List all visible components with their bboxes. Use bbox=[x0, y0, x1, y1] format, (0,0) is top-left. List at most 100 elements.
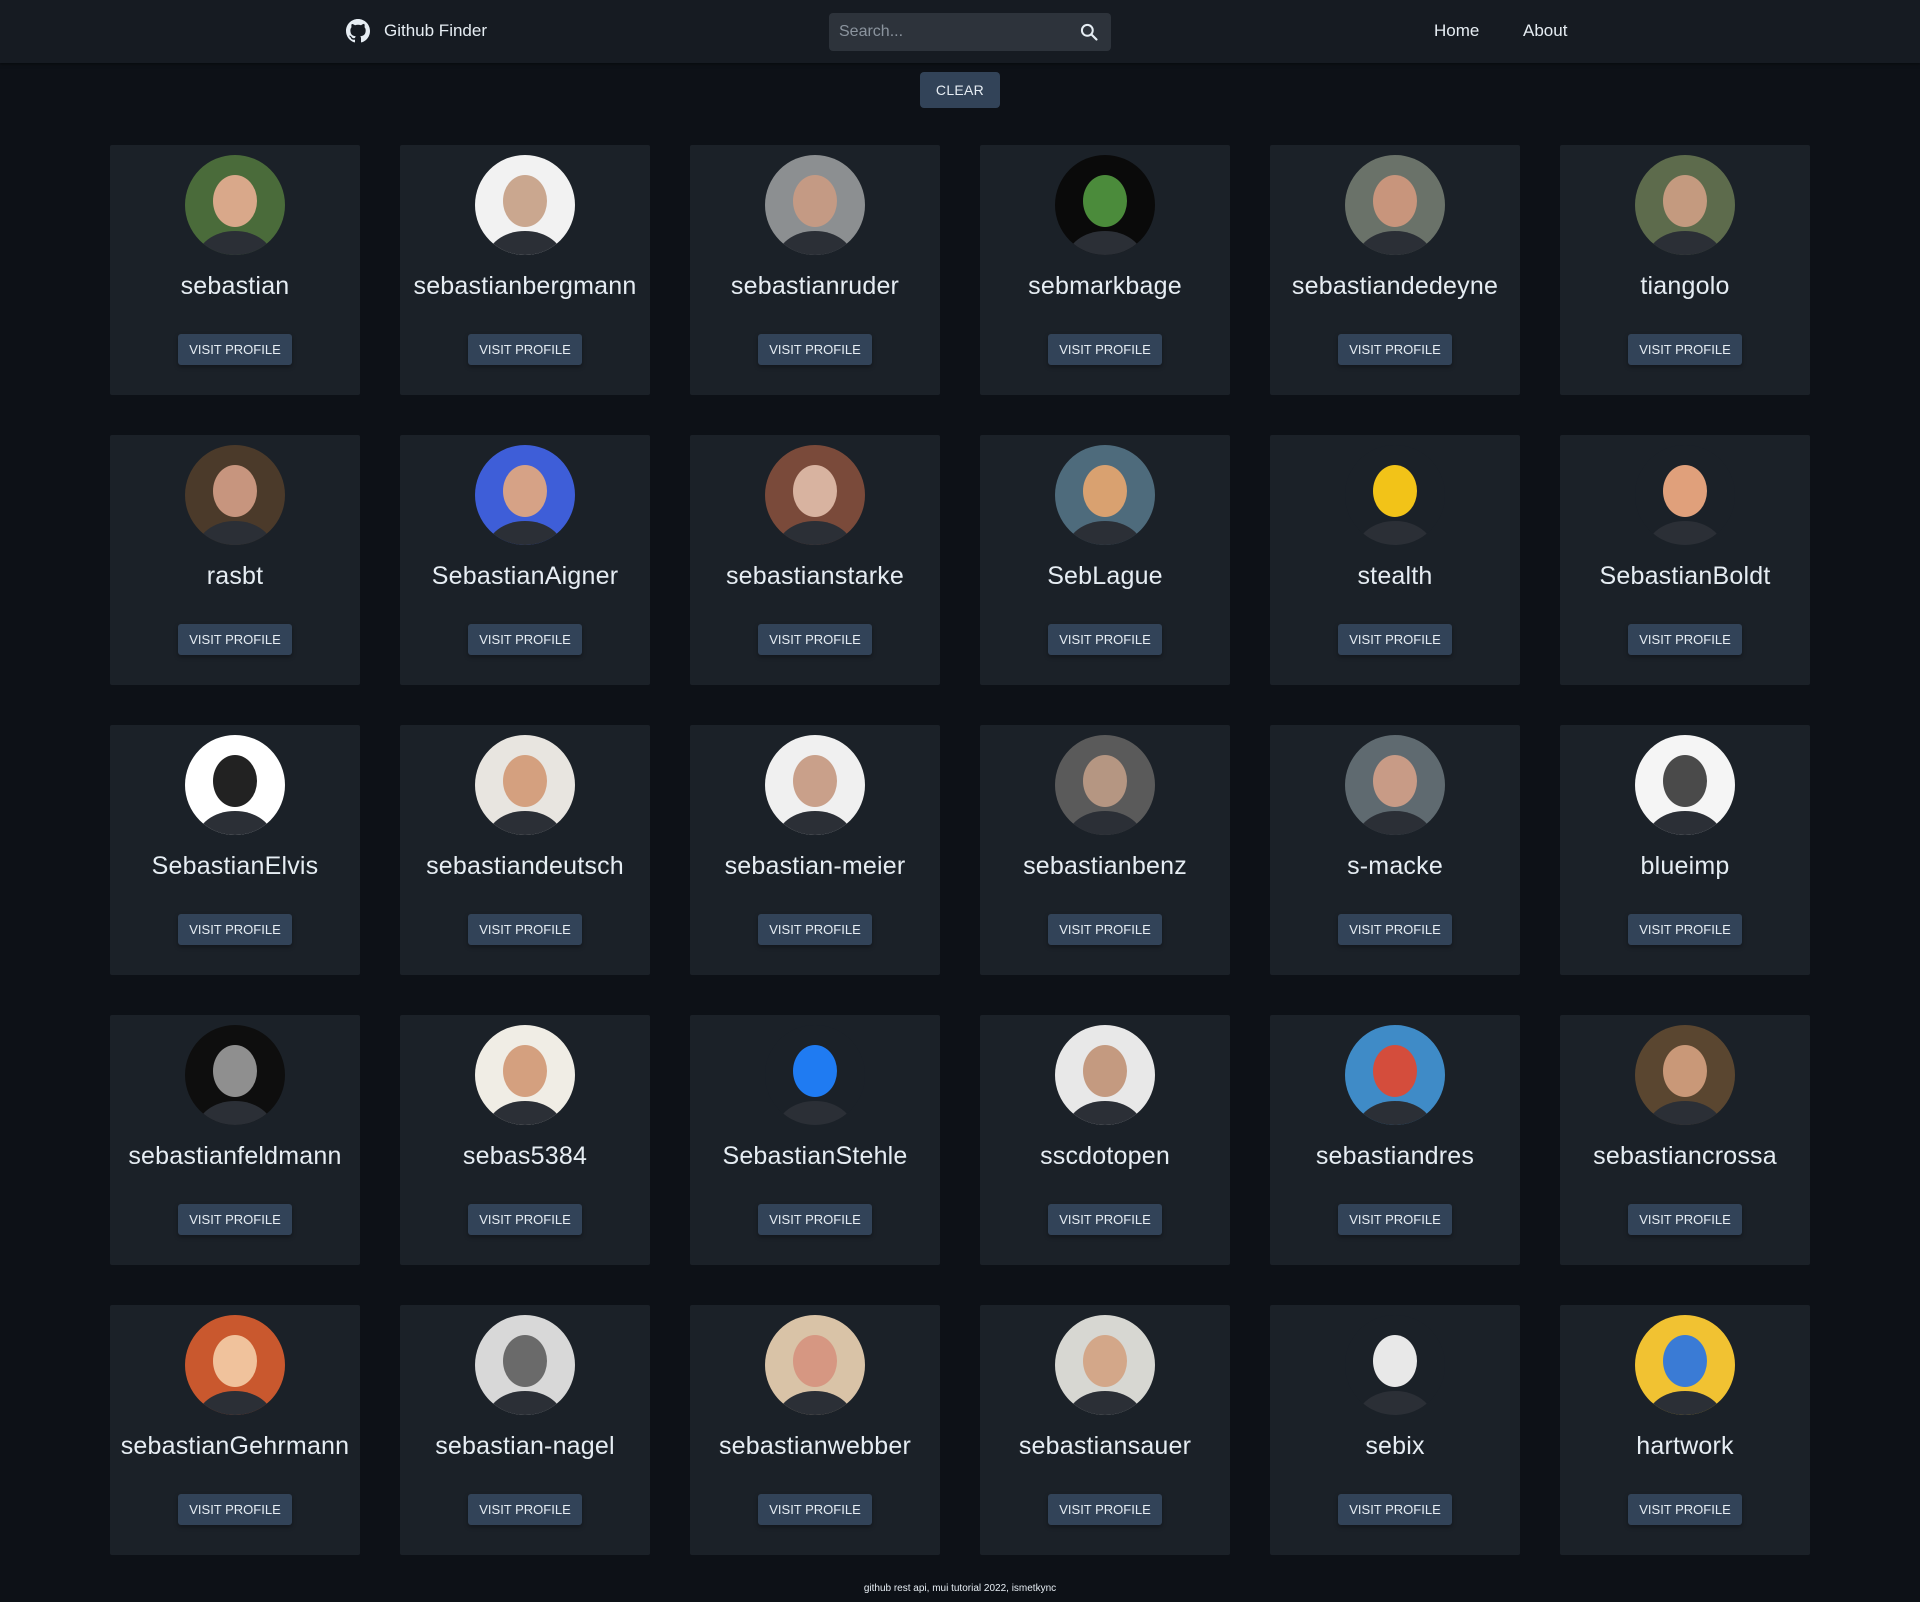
visit-profile-button[interactable]: VISIT PROFILE bbox=[1338, 624, 1452, 655]
visit-profile-button[interactable]: VISIT PROFILE bbox=[1628, 334, 1742, 365]
avatar bbox=[1345, 1315, 1445, 1415]
user-login: sscdotopen bbox=[1040, 1142, 1170, 1170]
visit-profile-button[interactable]: VISIT PROFILE bbox=[1338, 914, 1452, 945]
user-login: SebastianStehle bbox=[722, 1142, 908, 1170]
visit-profile-button[interactable]: VISIT PROFILE bbox=[468, 1494, 582, 1525]
user-card: SebLague VISIT PROFILE bbox=[980, 435, 1230, 685]
user-card: sebas5384 VISIT PROFILE bbox=[400, 1015, 650, 1265]
avatar bbox=[765, 735, 865, 835]
user-card: sebastianwebber VISIT PROFILE bbox=[690, 1305, 940, 1555]
visit-profile-button[interactable]: VISIT PROFILE bbox=[1048, 334, 1162, 365]
visit-profile-button[interactable]: VISIT PROFILE bbox=[758, 334, 872, 365]
brand-link[interactable]: Github Finder bbox=[346, 19, 487, 43]
visit-profile-button[interactable]: VISIT PROFILE bbox=[178, 914, 292, 945]
avatar bbox=[1055, 445, 1155, 545]
user-login: SebastianElvis bbox=[151, 852, 319, 880]
visit-profile-button[interactable]: VISIT PROFILE bbox=[178, 624, 292, 655]
avatar bbox=[1635, 445, 1735, 545]
visit-profile-button[interactable]: VISIT PROFILE bbox=[1048, 914, 1162, 945]
visit-profile-button[interactable]: VISIT PROFILE bbox=[1628, 1494, 1742, 1525]
visit-profile-button[interactable]: VISIT PROFILE bbox=[1628, 914, 1742, 945]
user-login: sebastiandres bbox=[1315, 1142, 1475, 1170]
avatar bbox=[185, 1025, 285, 1125]
user-card: sebastiandeutsch VISIT PROFILE bbox=[400, 725, 650, 975]
visit-profile-button[interactable]: VISIT PROFILE bbox=[1048, 1204, 1162, 1235]
avatar bbox=[1345, 735, 1445, 835]
user-login: SebLague bbox=[1047, 562, 1163, 590]
user-login: rasbt bbox=[206, 562, 264, 590]
visit-profile-button[interactable]: VISIT PROFILE bbox=[178, 1204, 292, 1235]
avatar bbox=[475, 735, 575, 835]
visit-profile-button[interactable]: VISIT PROFILE bbox=[1338, 1204, 1452, 1235]
search-input[interactable] bbox=[829, 13, 1069, 51]
visit-profile-button[interactable]: VISIT PROFILE bbox=[468, 914, 582, 945]
user-login: sebastian-nagel bbox=[435, 1432, 615, 1460]
avatar bbox=[1635, 1025, 1735, 1125]
user-login: SebastianAigner bbox=[431, 562, 619, 590]
search-box bbox=[829, 13, 1111, 51]
user-login: stealth bbox=[1357, 562, 1433, 590]
visit-profile-button[interactable]: VISIT PROFILE bbox=[468, 1204, 582, 1235]
user-login: sebastiancrossa bbox=[1593, 1142, 1777, 1170]
user-card: SebastianElvis VISIT PROFILE bbox=[110, 725, 360, 975]
avatar bbox=[1345, 1025, 1445, 1125]
visit-profile-button[interactable]: VISIT PROFILE bbox=[178, 1494, 292, 1525]
visit-profile-button[interactable]: VISIT PROFILE bbox=[468, 334, 582, 365]
visit-profile-button[interactable]: VISIT PROFILE bbox=[758, 624, 872, 655]
user-card: sebastianGehrmann VISIT PROFILE bbox=[110, 1305, 360, 1555]
visit-profile-button[interactable]: VISIT PROFILE bbox=[758, 1204, 872, 1235]
visit-profile-button[interactable]: VISIT PROFILE bbox=[1048, 624, 1162, 655]
user-card: sebix VISIT PROFILE bbox=[1270, 1305, 1520, 1555]
search-icon[interactable] bbox=[1079, 22, 1099, 42]
user-card: sebmarkbage VISIT PROFILE bbox=[980, 145, 1230, 395]
avatar bbox=[185, 155, 285, 255]
user-card: sebastiansauer VISIT PROFILE bbox=[980, 1305, 1230, 1555]
user-login: s-macke bbox=[1347, 852, 1443, 880]
user-login: sebastiansauer bbox=[1018, 1432, 1192, 1460]
user-login: hartwork bbox=[1636, 1432, 1734, 1460]
user-card: sebastianbergmann VISIT PROFILE bbox=[400, 145, 650, 395]
brand-title: Github Finder bbox=[384, 21, 487, 40]
user-login: blueimp bbox=[1640, 852, 1730, 880]
user-card: SebastianAigner VISIT PROFILE bbox=[400, 435, 650, 685]
user-login: sebastianstarke bbox=[725, 562, 905, 590]
user-login: sebastiandedeyne bbox=[1291, 272, 1499, 300]
avatar bbox=[1635, 1315, 1735, 1415]
user-login: sebix bbox=[1365, 1432, 1425, 1460]
visit-profile-button[interactable]: VISIT PROFILE bbox=[1338, 1494, 1452, 1525]
user-login: sebastianruder bbox=[730, 272, 900, 300]
footer-text: github rest api, mui tutorial 2022, isme… bbox=[863, 1583, 1057, 1594]
user-card: blueimp VISIT PROFILE bbox=[1560, 725, 1810, 975]
user-login: SebastianBoldt bbox=[1599, 562, 1771, 590]
user-card: sscdotopen VISIT PROFILE bbox=[980, 1015, 1230, 1265]
visit-profile-button[interactable]: VISIT PROFILE bbox=[1628, 1204, 1742, 1235]
user-card: sebastiancrossa VISIT PROFILE bbox=[1560, 1015, 1810, 1265]
visit-profile-button[interactable]: VISIT PROFILE bbox=[1048, 1494, 1162, 1525]
avatar bbox=[1635, 155, 1735, 255]
visit-profile-button[interactable]: VISIT PROFILE bbox=[758, 1494, 872, 1525]
user-login: tiangolo bbox=[1640, 272, 1730, 300]
visit-profile-button[interactable]: VISIT PROFILE bbox=[1338, 334, 1452, 365]
avatar bbox=[185, 1315, 285, 1415]
clear-button[interactable]: CLEAR bbox=[920, 72, 1000, 108]
avatar bbox=[475, 445, 575, 545]
visit-profile-button[interactable]: VISIT PROFILE bbox=[758, 914, 872, 945]
user-login: sebastiandeutsch bbox=[426, 852, 624, 880]
visit-profile-button[interactable]: VISIT PROFILE bbox=[468, 624, 582, 655]
github-icon bbox=[346, 19, 370, 43]
visit-profile-button[interactable]: VISIT PROFILE bbox=[178, 334, 292, 365]
user-login: sebastianbenz bbox=[1023, 852, 1187, 880]
avatar bbox=[1055, 1315, 1155, 1415]
nav-about-link[interactable]: About bbox=[1523, 21, 1567, 41]
avatar bbox=[765, 1315, 865, 1415]
user-card: sebastianfeldmann VISIT PROFILE bbox=[110, 1015, 360, 1265]
avatar bbox=[185, 445, 285, 545]
user-card: sebastianruder VISIT PROFILE bbox=[690, 145, 940, 395]
user-card: stealth VISIT PROFILE bbox=[1270, 435, 1520, 685]
nav-home-link[interactable]: Home bbox=[1434, 21, 1479, 41]
user-login: sebmarkbage bbox=[1028, 272, 1182, 300]
avatar bbox=[1055, 155, 1155, 255]
user-grid: sebastian VISIT PROFILE sebastianbergmann V… bbox=[110, 145, 1810, 1555]
avatar bbox=[1055, 735, 1155, 835]
visit-profile-button[interactable]: VISIT PROFILE bbox=[1628, 624, 1742, 655]
